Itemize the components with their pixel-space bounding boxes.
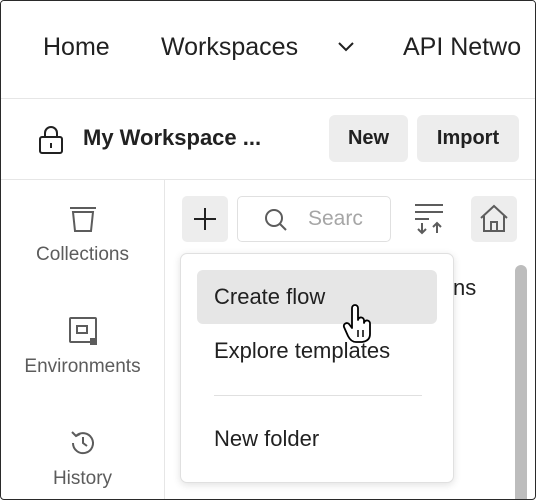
hand-cursor-icon [342, 304, 371, 343]
nav-home[interactable]: Home [43, 33, 110, 62]
add-dropdown-menu: Create flow Explore templates New folder [180, 253, 454, 483]
menu-divider [214, 395, 422, 396]
plus-icon [194, 208, 216, 230]
sort-icon[interactable] [411, 199, 449, 237]
environments-icon [68, 317, 97, 345]
menu-item-create-flow[interactable]: Create flow [197, 270, 437, 324]
rail-item-history[interactable]: History [1, 428, 164, 490]
search-icon [265, 209, 287, 231]
search-input[interactable]: Searc [237, 196, 391, 242]
nav-workspaces[interactable]: Workspaces [161, 33, 298, 62]
chevron-down-icon[interactable] [337, 41, 355, 53]
background-text: ns [453, 275, 477, 300]
collections-icon [69, 207, 96, 232]
rail-label-environments: Environments [24, 356, 141, 377]
add-button[interactable] [182, 196, 228, 242]
top-navigation: Home Workspaces API Netwo [1, 1, 535, 99]
history-icon [70, 431, 94, 455]
rail-label-collections: Collections [36, 244, 129, 265]
rail-item-environments[interactable]: Environments [1, 316, 164, 378]
home-icon [480, 204, 508, 232]
app-window: Home Workspaces API Netwo My Workspace .… [0, 0, 536, 500]
workspace-title[interactable]: My Workspace ... [83, 125, 261, 151]
menu-item-new-folder[interactable]: New folder [197, 412, 437, 466]
rail-label-history: History [52, 468, 113, 489]
scrollbar[interactable] [515, 265, 527, 499]
search-placeholder: Searc [308, 207, 363, 230]
lock-icon [39, 126, 63, 154]
rail-item-collections[interactable]: Collections [1, 204, 164, 266]
nav-api-network[interactable]: API Netwo [403, 33, 521, 62]
menu-item-explore-templates[interactable]: Explore templates [197, 324, 437, 378]
import-button[interactable]: Import [417, 115, 519, 162]
home-button[interactable] [471, 196, 517, 242]
new-button[interactable]: New [329, 115, 408, 162]
